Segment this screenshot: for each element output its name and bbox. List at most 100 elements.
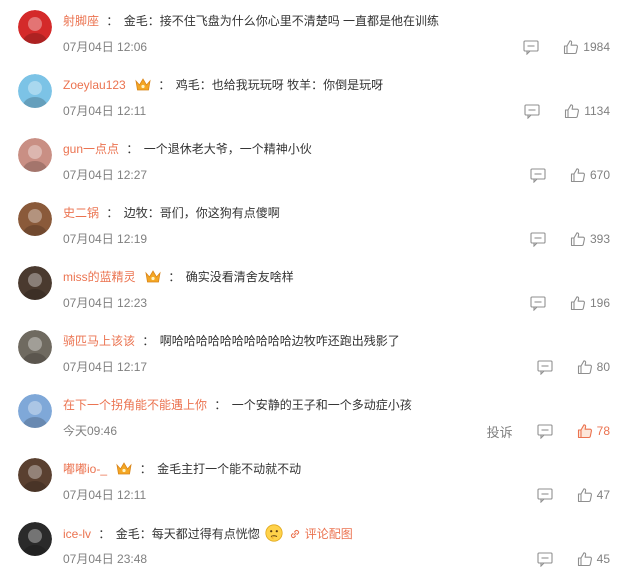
separator: ： [126, 142, 139, 156]
comment-item: 史二锅 ： 边牧：哥们，你这狗有点傻啊 07月04日 12:19 393 [0, 196, 624, 260]
comment-actions: 1134 [524, 102, 610, 120]
comment-line: 史二锅 ： 边牧：哥们，你这狗有点傻啊 [63, 204, 280, 222]
comment-text: 鸡毛：也给我玩玩呀 牧羊：你倒是玩呀 [175, 78, 384, 92]
avatar-image [18, 202, 52, 236]
avatar[interactable] [18, 458, 52, 492]
comment-time: 07月04日 12:11 [63, 104, 147, 118]
username-link[interactable]: miss的蓝精灵 [63, 270, 136, 284]
reply-icon[interactable] [524, 103, 540, 119]
comment-actions: 45 [537, 550, 610, 568]
avatar[interactable] [18, 330, 52, 364]
comment-list: 射脚座 ： 金毛：接不住飞盘为什么你心里不清楚吗 一直都是他在训练 07月04日… [0, 0, 624, 573]
comment-text: 金毛：接不住飞盘为什么你心里不清楚吗 一直都是他在训练 [123, 14, 440, 28]
thumbs-up-icon [577, 552, 592, 567]
comment-item: 在下一个拐角能不能遇上你 ： 一个安静的王子和一个多动症小孩 今天09:46 投… [0, 388, 624, 452]
reply-icon[interactable] [530, 167, 546, 183]
comment-actions: 80 [537, 358, 610, 376]
reply-icon[interactable] [530, 295, 546, 311]
crown-icon [116, 461, 132, 476]
comment-actions: 670 [530, 166, 610, 184]
like-button[interactable]: 45 [577, 551, 610, 567]
comment-actions: 196 [530, 294, 610, 312]
avatar[interactable] [18, 394, 52, 428]
comment-item: 射脚座 ： 金毛：接不住飞盘为什么你心里不清楚吗 一直都是他在训练 07月04日… [0, 4, 624, 68]
comment-item: 骑匹马上该该 ： 啊哈哈哈哈哈哈哈哈哈哈边牧咋还跑出残影了 07月04日 12:… [0, 324, 624, 388]
reply-icon[interactable] [537, 423, 553, 439]
username-link[interactable]: 史二锅 [63, 206, 99, 220]
like-count: 393 [589, 232, 610, 246]
like-count: 45 [596, 552, 610, 566]
comment-line: Zoeylau123 ： 鸡毛：也给我玩玩呀 牧羊：你倒是玩呀 [63, 76, 383, 94]
report-button[interactable]: 投诉 [487, 422, 513, 441]
avatar-image [18, 74, 52, 108]
avatar[interactable] [18, 138, 52, 172]
comment-text: 金毛主打一个能不动就不动 [157, 462, 302, 476]
like-count: 1984 [583, 40, 610, 54]
thumbs-up-icon [564, 40, 579, 55]
username-link[interactable]: 射脚座 [63, 14, 99, 28]
comment-item: Zoeylau123 ： 鸡毛：也给我玩玩呀 牧羊：你倒是玩呀 07月04日 1… [0, 68, 624, 132]
comment-text: 啊哈哈哈哈哈哈哈哈哈哈边牧咋还跑出残影了 [159, 334, 400, 348]
avatar-image [18, 458, 52, 492]
avatar[interactable] [18, 266, 52, 300]
comment-image-link[interactable]: 评论配图 [289, 527, 353, 541]
comment-time: 07月04日 23:48 [63, 552, 148, 566]
comment-time: 07月04日 12:23 [63, 296, 148, 310]
avatar-image [18, 394, 52, 428]
like-button[interactable]: 670 [570, 167, 610, 183]
like-count: 670 [589, 168, 610, 182]
comment-item: gun一点点 ： 一个退休老大爷，一个精神小伙 07月04日 12:27 670 [0, 132, 624, 196]
comment-item: ice-lv ： 金毛：每天都过得有点恍惚 评论配图 07月04日 23:48 … [0, 516, 624, 573]
thumbs-up-icon [570, 232, 585, 247]
comment-actions: 1984 [523, 38, 610, 56]
thinking-emoji-icon [265, 524, 283, 542]
like-count: 1134 [584, 104, 610, 118]
comment-time: 07月04日 12:27 [63, 168, 148, 182]
username-link[interactable]: 嘟嘟io-_ [63, 462, 107, 476]
comment-time: 07月04日 12:17 [63, 360, 148, 374]
comment-actions: 投诉 78 [487, 422, 610, 440]
username-link[interactable]: gun一点点 [63, 142, 119, 156]
avatar[interactable] [18, 10, 52, 44]
avatar-image [18, 138, 52, 172]
username-link[interactable]: 骑匹马上该该 [63, 334, 135, 348]
like-button[interactable]: 393 [570, 231, 610, 247]
comment-time: 07月04日 12:06 [63, 40, 148, 54]
username-link[interactable]: Zoeylau123 [63, 78, 126, 92]
like-button[interactable]: 47 [577, 487, 610, 503]
comment-text: 金毛：每天都过得有点恍惚 [115, 527, 260, 541]
comment-time: 今天09:46 [63, 424, 118, 438]
separator: ： [106, 14, 119, 28]
like-button[interactable]: 80 [577, 359, 610, 375]
avatar[interactable] [18, 74, 52, 108]
username-link[interactable]: 在下一个拐角能不能遇上你 [63, 398, 207, 412]
like-button[interactable]: 196 [570, 295, 610, 311]
separator: ： [168, 270, 181, 284]
comment-line: 骑匹马上该该 ： 啊哈哈哈哈哈哈哈哈哈哈边牧咋还跑出残影了 [63, 332, 400, 350]
comment-text: 一个安静的王子和一个多动症小孩 [231, 398, 412, 412]
separator: ： [142, 334, 155, 348]
like-button[interactable]: 1984 [563, 39, 610, 55]
like-count: 80 [596, 360, 610, 374]
comment-actions: 47 [537, 486, 610, 504]
comment-line: miss的蓝精灵 ： 确实没看清舍友啥样 [63, 268, 294, 286]
like-button[interactable]: 1134 [564, 103, 610, 119]
avatar[interactable] [18, 522, 52, 556]
like-button[interactable]: 78 [577, 423, 610, 439]
comment-image-link-text: 评论配图 [304, 527, 353, 541]
avatar[interactable] [18, 202, 52, 236]
reply-icon[interactable] [537, 487, 553, 503]
avatar-image [18, 10, 52, 44]
comment-actions: 393 [530, 230, 610, 248]
reply-icon[interactable] [530, 231, 546, 247]
like-count: 47 [596, 488, 610, 502]
reply-icon[interactable] [537, 359, 553, 375]
comment-line: 嘟嘟io-_ ： 金毛主打一个能不动就不动 [63, 460, 301, 478]
reply-icon[interactable] [537, 551, 553, 567]
comment-line: gun一点点 ： 一个退休老大爷，一个精神小伙 [63, 140, 312, 158]
username-link[interactable]: ice-lv [63, 527, 91, 541]
thumbs-up-icon [565, 104, 580, 119]
comment-text: 边牧：哥们，你这狗有点傻啊 [123, 206, 280, 220]
avatar-image [18, 266, 52, 300]
reply-icon[interactable] [523, 39, 539, 55]
